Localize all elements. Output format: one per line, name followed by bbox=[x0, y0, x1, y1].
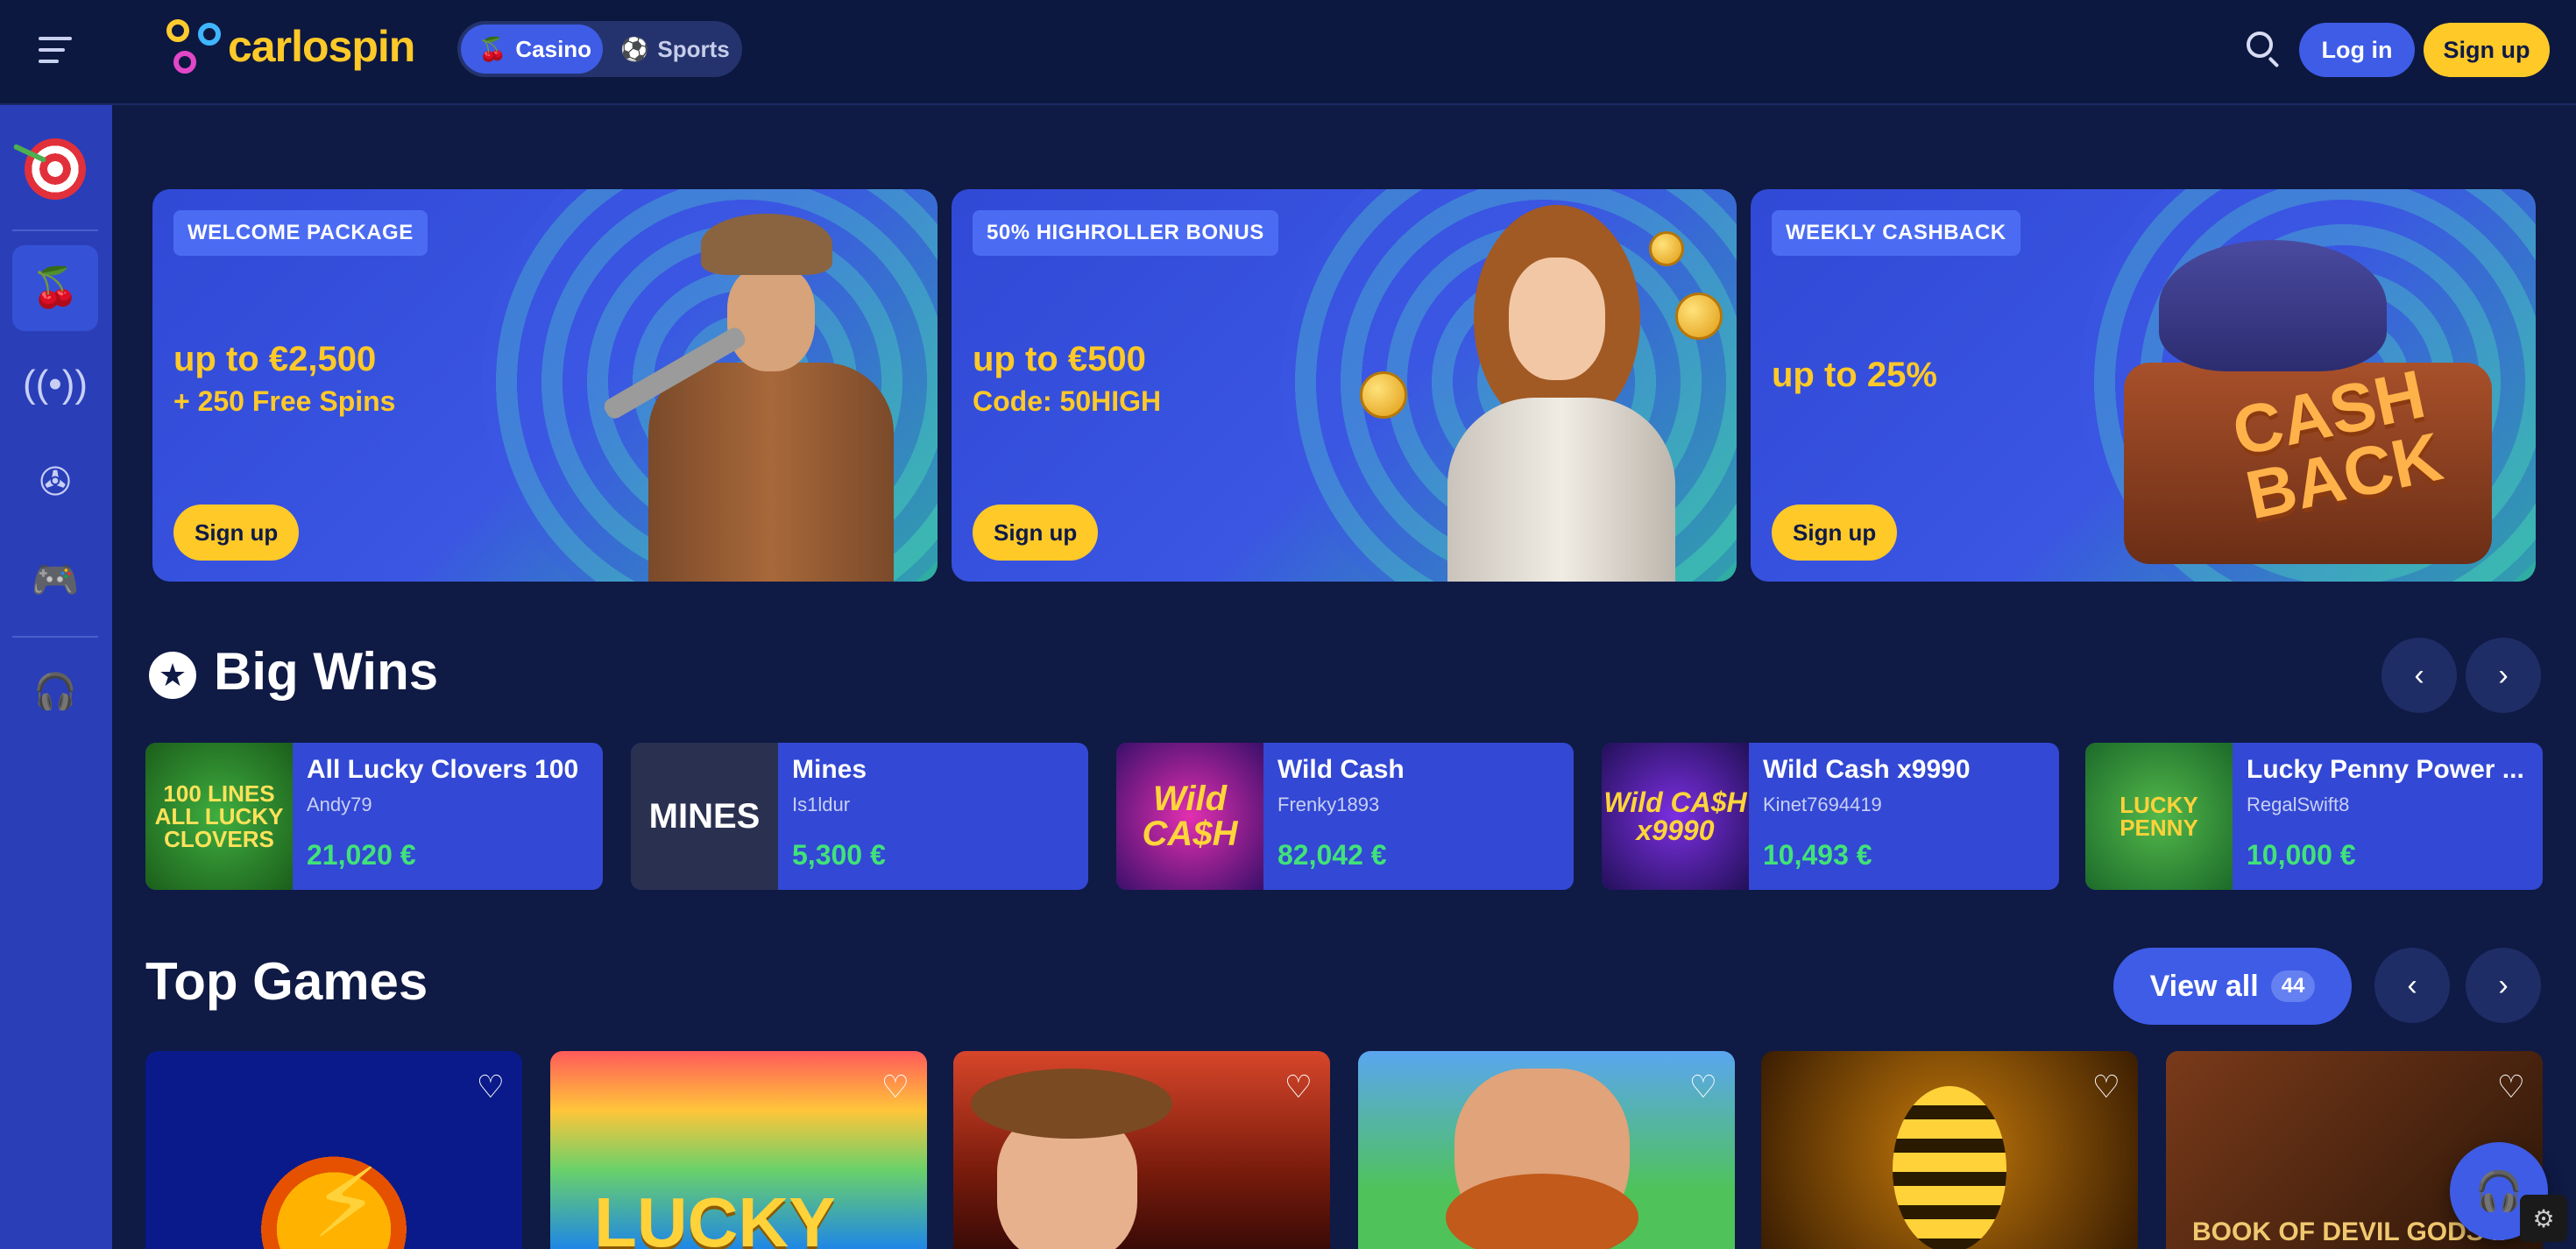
top-games-prev-button[interactable]: ‹ bbox=[2374, 948, 2450, 1023]
game-thumbnail: 100 LINES ALL LUCKY CLOVERS bbox=[145, 743, 293, 890]
winner-username: Andy79 bbox=[307, 794, 372, 815]
big-win-card[interactable]: 100 LINES ALL LUCKY CLOVERS All Lucky Cl… bbox=[145, 743, 603, 890]
promo-amount: up to €2,500 bbox=[173, 340, 377, 378]
winner-username: Is1ldur bbox=[792, 794, 851, 815]
favorite-heart-icon[interactable]: ♡ bbox=[1284, 1069, 1313, 1105]
extension-icon[interactable]: ⚙ bbox=[2520, 1195, 2567, 1242]
lightning-icon: ⚡ bbox=[312, 1150, 380, 1249]
promo-signup-button[interactable]: Sign up bbox=[1772, 505, 1898, 561]
woman-illustration bbox=[1360, 205, 1723, 582]
big-wins-title: Big Wins bbox=[214, 642, 439, 701]
game-tile[interactable]: ♡ bbox=[953, 1051, 1330, 1249]
game-title: Lucky Penny Power ... bbox=[2247, 755, 2524, 784]
logo-mark-icon bbox=[166, 19, 221, 74]
big-win-card[interactable]: LUCKY PENNY Lucky Penny Power ... RegalS… bbox=[2085, 743, 2543, 890]
big-win-card[interactable]: MINES Mines Is1ldur 5,300 € bbox=[631, 743, 1088, 890]
gamepad-icon: 🎮 bbox=[31, 559, 80, 602]
win-amount: 10,000 € bbox=[2247, 839, 2356, 871]
star-icon: ★ bbox=[149, 652, 196, 699]
game-tile-art-text: LUCKY bbox=[594, 1183, 836, 1249]
login-button[interactable]: Log in bbox=[2299, 23, 2415, 77]
casino-sports-toggle: 🍒 Casino ⚽ Sports bbox=[457, 21, 742, 77]
cashback-illustration: CASH BACK bbox=[2106, 205, 2509, 582]
promo-tag: WEEKLY CASHBACK bbox=[1772, 210, 2020, 256]
game-tile-art-text: BOOK OF DEVIL GODS II bbox=[2192, 1217, 2506, 1246]
game-tile[interactable]: ♡ bbox=[1358, 1051, 1735, 1249]
sidebar-item-support[interactable]: 🎧 bbox=[12, 648, 98, 734]
cherry-icon: 🍒 bbox=[31, 266, 80, 309]
signup-button[interactable]: Sign up bbox=[2424, 23, 2550, 77]
view-all-label: View all bbox=[2149, 969, 2259, 1003]
top-games-next-button[interactable]: › bbox=[2466, 948, 2541, 1023]
film-reel-icon: ✇ bbox=[39, 461, 72, 504]
game-tile[interactable]: ♡ bbox=[1761, 1051, 2138, 1249]
game-thumbnail: Wild CA$H x9990 bbox=[1602, 743, 1749, 890]
promo-tag: WELCOME PACKAGE bbox=[173, 210, 428, 256]
menu-icon[interactable] bbox=[39, 37, 72, 63]
sports-tab[interactable]: ⚽ Sports bbox=[603, 25, 747, 74]
game-title: Mines bbox=[792, 755, 867, 784]
favorite-heart-icon[interactable]: ♡ bbox=[2497, 1069, 2525, 1105]
sports-tab-label: Sports bbox=[657, 35, 730, 62]
big-win-card[interactable]: Wild CA$H Wild Cash Frenky1893 82,042 € bbox=[1116, 743, 1574, 890]
sidebar-divider bbox=[12, 229, 98, 231]
logo[interactable]: carlospin bbox=[166, 16, 415, 77]
game-thumbnail: MINES bbox=[631, 743, 778, 890]
winner-username: Kinet7694419 bbox=[1763, 794, 1882, 815]
bee-icon bbox=[1893, 1086, 2006, 1249]
promo-signup-button[interactable]: Sign up bbox=[973, 505, 1099, 561]
headset-icon: 🎧 bbox=[33, 672, 77, 711]
sidebar-item-promotions[interactable] bbox=[12, 126, 98, 212]
game-tile[interactable]: LUCKY ♡ bbox=[550, 1051, 927, 1249]
promo-subtitle: Code: 50HIGH bbox=[973, 385, 1162, 417]
sidebar-item-live[interactable]: ((•)) bbox=[12, 342, 98, 427]
promo-amount: up to 25% bbox=[1772, 356, 1937, 394]
top-header: carlospin 🍒 Casino ⚽ Sports Log in Sign … bbox=[0, 0, 2576, 105]
logo-text: carlospin bbox=[228, 22, 415, 71]
top-games-title: Top Games bbox=[145, 952, 428, 1011]
win-amount: 21,020 € bbox=[307, 839, 416, 871]
game-thumbnail: Wild CA$H bbox=[1116, 743, 1263, 890]
favorite-heart-icon[interactable]: ♡ bbox=[2092, 1069, 2120, 1105]
game-title: Wild Cash bbox=[1277, 755, 1405, 784]
promo-signup-button[interactable]: Sign up bbox=[173, 505, 300, 561]
winner-username: RegalSwift8 bbox=[2247, 794, 2350, 815]
big-wins-next-button[interactable]: › bbox=[2466, 638, 2541, 713]
favorite-heart-icon[interactable]: ♡ bbox=[1689, 1069, 1717, 1105]
big-wins-prev-button[interactable]: ‹ bbox=[2381, 638, 2457, 713]
casino-tab-label: Casino bbox=[515, 35, 592, 62]
promo-tag: 50% HIGHROLLER BONUS bbox=[973, 210, 1278, 256]
live-broadcast-icon: ((•)) bbox=[22, 363, 88, 406]
sidebar-item-games[interactable]: 🎮 bbox=[12, 538, 98, 624]
promo-card-cashback[interactable]: CASH BACK WEEKLY CASHBACK up to 25% Sign… bbox=[1751, 189, 2536, 582]
promo-card-highroller[interactable]: 50% HIGHROLLER BONUS up to €500 Code: 50… bbox=[952, 189, 1737, 582]
sidebar-divider bbox=[12, 636, 98, 638]
promo-subtitle: + 250 Free Spins bbox=[173, 385, 396, 417]
game-tile[interactable]: ⚡ ♡ bbox=[145, 1051, 522, 1249]
game-thumbnail: LUCKY PENNY bbox=[2085, 743, 2233, 890]
promo-card-welcome[interactable]: WELCOME PACKAGE up to €2,500 + 250 Free … bbox=[152, 189, 938, 582]
sidebar: 🍒 ((•)) ✇ 🎮 🎧 bbox=[0, 105, 112, 1249]
darts-target-icon bbox=[25, 138, 86, 200]
promo-amount: up to €500 bbox=[973, 340, 1146, 378]
game-title: All Lucky Clovers 100 bbox=[307, 755, 579, 784]
search-icon[interactable] bbox=[2245, 30, 2283, 68]
game-title: Wild Cash x9990 bbox=[1763, 755, 1971, 784]
win-amount: 10,493 € bbox=[1763, 839, 1872, 871]
favorite-heart-icon[interactable]: ♡ bbox=[477, 1069, 505, 1105]
casino-tab[interactable]: 🍒 Casino bbox=[461, 25, 603, 74]
headset-icon: 🎧 bbox=[2474, 1170, 2523, 1213]
soccer-ball-icon: ⚽ bbox=[620, 35, 649, 62]
win-amount: 82,042 € bbox=[1277, 839, 1387, 871]
games-count-badge: 44 bbox=[2270, 970, 2316, 1002]
sidebar-item-casino[interactable]: 🍒 bbox=[12, 245, 98, 331]
cherry-icon: 🍒 bbox=[478, 35, 507, 62]
big-win-card[interactable]: Wild CA$H x9990 Wild Cash x9990 Kinet769… bbox=[1602, 743, 2059, 890]
sidebar-item-films[interactable]: ✇ bbox=[12, 440, 98, 526]
win-amount: 5,300 € bbox=[792, 839, 886, 871]
winner-username: Frenky1893 bbox=[1277, 794, 1380, 815]
gangster-illustration bbox=[596, 205, 911, 582]
view-all-button[interactable]: View all 44 bbox=[2113, 948, 2352, 1025]
favorite-heart-icon[interactable]: ♡ bbox=[881, 1069, 909, 1105]
